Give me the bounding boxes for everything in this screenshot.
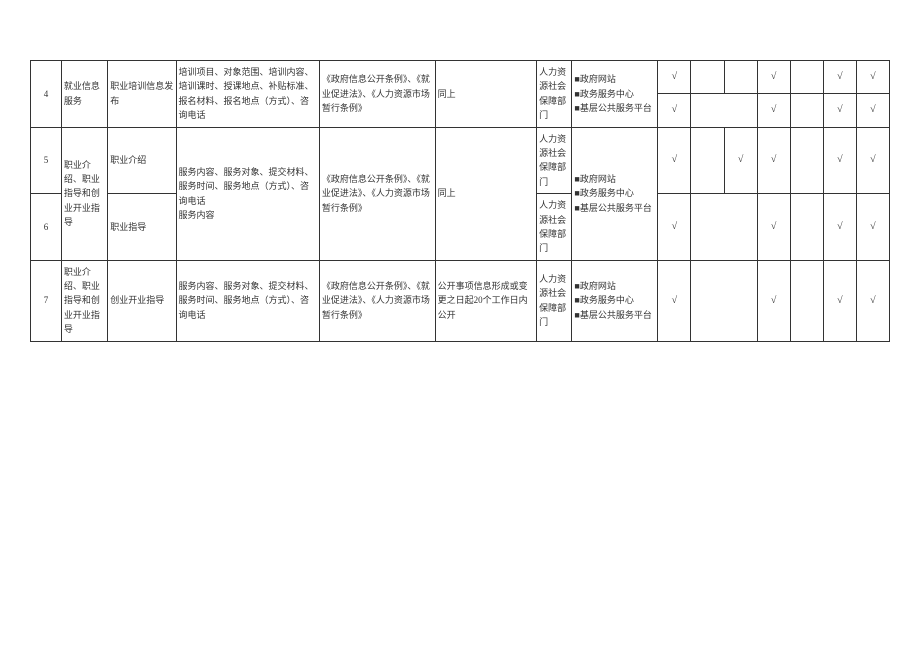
channel-label: 政府网站 bbox=[580, 174, 616, 184]
row-number: 5 bbox=[31, 127, 62, 194]
subcategory-cell: 职业指导 bbox=[108, 194, 176, 261]
category-cell: 职业介绍、职业指导和创业开业指导 bbox=[61, 127, 107, 260]
check-cell: √ bbox=[757, 127, 790, 194]
channel-label: 政务服务中心 bbox=[580, 295, 634, 305]
content-cell: 服务内容、服务对象、提交材料、服务时间、服务地点（方式）、咨询电话 服务内容 bbox=[176, 127, 319, 260]
dept-cell: 人力资源社会保障部门 bbox=[537, 194, 572, 261]
check-cell: √ bbox=[823, 127, 856, 194]
check-cell: √ bbox=[658, 61, 691, 94]
check-cell: √ bbox=[823, 260, 856, 341]
basis-cell: 《政府信息公开条例》、《就业促进法》、《人力资源市场暂行条例》 bbox=[319, 260, 435, 341]
check-cell: √ bbox=[658, 194, 691, 261]
content-cell: 培训项目、对象范围、培训内容、培训课时、授课地点、补贴标准、报名材料、报名地点（… bbox=[176, 61, 319, 128]
check-cell bbox=[691, 194, 757, 261]
subcategory-cell: 职业介绍 bbox=[108, 127, 176, 194]
check-cell: √ bbox=[856, 194, 889, 261]
row-number: 6 bbox=[31, 194, 62, 261]
channel-label: 政务服务中心 bbox=[580, 188, 634, 198]
check-cell: √ bbox=[823, 94, 856, 127]
channel-label: 政府网站 bbox=[580, 281, 616, 291]
row-number: 4 bbox=[31, 61, 62, 128]
table-row: 5 职业介绍、职业指导和创业开业指导 职业介绍 服务内容、服务对象、提交材料、服… bbox=[31, 127, 890, 194]
time-cell: 公开事项信息形成或变更之日起20个工作日内公开 bbox=[435, 260, 536, 341]
category-cell: 就业信息服务 bbox=[61, 61, 107, 128]
check-cell bbox=[790, 61, 823, 94]
table-row: 4 就业信息服务 职业培训信息发布 培训项目、对象范围、培训内容、培训课时、授课… bbox=[31, 61, 890, 94]
disclosure-table: 4 就业信息服务 职业培训信息发布 培训项目、对象范围、培训内容、培训课时、授课… bbox=[30, 60, 890, 342]
check-cell: √ bbox=[658, 127, 691, 194]
check-cell: √ bbox=[823, 194, 856, 261]
channel-cell: ■政府网站 ■政务服务中心 ■基层公共服务平台 bbox=[572, 260, 658, 341]
check-cell bbox=[691, 127, 724, 194]
check-cell bbox=[790, 260, 823, 341]
check-cell: √ bbox=[757, 61, 790, 94]
channel-label: 基层公共服务平台 bbox=[580, 203, 652, 213]
dept-cell: 人力资源社会保障部门 bbox=[537, 260, 572, 341]
check-cell bbox=[790, 194, 823, 261]
check-cell: √ bbox=[856, 94, 889, 127]
table-row: 7 职业介绍、职业指导和创业开业指导 创业开业指导 服务内容、服务对象、提交材料… bbox=[31, 260, 890, 341]
check-cell bbox=[790, 127, 823, 194]
check-cell: √ bbox=[757, 194, 790, 261]
time-cell: 同上 bbox=[435, 61, 536, 128]
check-cell: √ bbox=[856, 260, 889, 341]
channel-label: 基层公共服务平台 bbox=[580, 103, 652, 113]
basis-cell: 《政府信息公开条例》、《就业促进法》、《人力资源市场暂行条例》 bbox=[319, 61, 435, 128]
check-cell: √ bbox=[757, 94, 790, 127]
channel-cell: ■政府网站 ■政务服务中心 ■基层公共服务平台 bbox=[572, 127, 658, 260]
check-cell: √ bbox=[856, 61, 889, 94]
content-cell: 服务内容、服务对象、提交材料、服务时间、服务地点（方式）、咨询电话 bbox=[176, 260, 319, 341]
time-cell: 同上 bbox=[435, 127, 536, 260]
channel-label: 基层公共服务平台 bbox=[580, 310, 652, 320]
check-cell: √ bbox=[724, 127, 757, 194]
check-cell bbox=[691, 94, 757, 127]
channel-label: 政府网站 bbox=[580, 74, 616, 84]
category-cell: 职业介绍、职业指导和创业开业指导 bbox=[61, 260, 107, 341]
subcategory-cell: 创业开业指导 bbox=[108, 260, 176, 341]
check-cell bbox=[790, 94, 823, 127]
channel-cell: ■政府网站 ■政务服务中心 ■基层公共服务平台 bbox=[572, 61, 658, 128]
subcategory-cell: 职业培训信息发布 bbox=[108, 61, 176, 128]
check-cell: √ bbox=[658, 94, 691, 127]
check-cell bbox=[691, 61, 724, 94]
check-cell bbox=[691, 260, 757, 341]
check-cell: √ bbox=[823, 61, 856, 94]
row-number: 7 bbox=[31, 260, 62, 341]
check-cell: √ bbox=[658, 260, 691, 341]
dept-cell: 人力资源社会保障部门 bbox=[537, 61, 572, 128]
check-cell: √ bbox=[856, 127, 889, 194]
basis-cell: 《政府信息公开条例》、《就业促进法》、《人力资源市场暂行条例》 bbox=[319, 127, 435, 260]
channel-label: 政务服务中心 bbox=[580, 89, 634, 99]
check-cell: √ bbox=[757, 260, 790, 341]
check-cell bbox=[724, 61, 757, 94]
dept-cell: 人力资源社会保障部门 bbox=[537, 127, 572, 194]
